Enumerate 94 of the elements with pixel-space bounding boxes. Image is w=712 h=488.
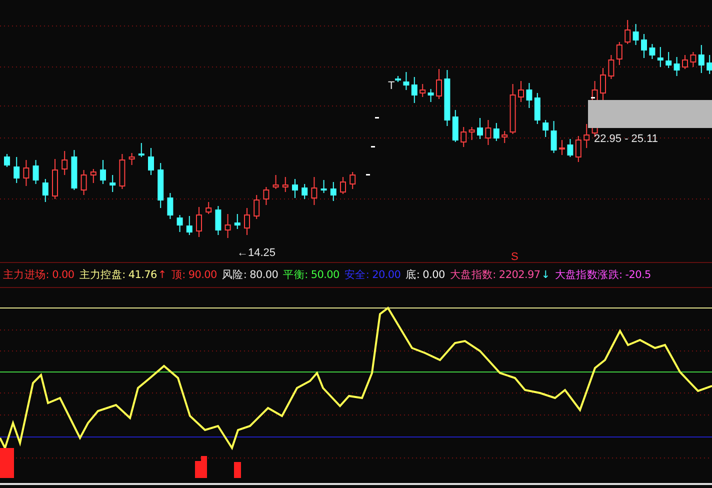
candlestick [282,176,288,192]
candlestick [206,202,212,214]
candlestick [518,80,524,102]
candlestick [32,160,39,184]
candlestick [302,184,308,200]
candlestick [311,176,318,206]
candlestick [350,172,356,190]
indicator-value: 底: 0.00 [406,268,445,282]
candlestick [176,214,183,232]
candlestick [23,160,30,186]
indicator-value: 主力进场: 0.00 [3,268,74,282]
candlestick [674,56,680,76]
dash-marker [371,146,375,148]
candlestick [158,162,164,208]
candlestick [244,208,250,236]
indicator-value: 安全: 20.00 [344,268,401,282]
candlestick [320,180,327,194]
candlestick [42,178,48,202]
candlestick [493,122,500,142]
candlestick [502,130,508,144]
dash-marker [366,174,370,176]
indicator-value: 顶: 90.00 [171,268,217,282]
candlestick [263,186,270,206]
candlestick [330,182,336,202]
candlestick [100,160,106,184]
candlestick [698,44,704,74]
arrow-icon: ↓ [541,269,550,281]
candlestick [90,168,96,184]
candlestick [52,158,58,200]
candlestick [110,174,116,192]
candlestick [71,150,78,190]
dash-marker [591,97,595,98]
candlestick [641,34,647,58]
candlestick [690,52,696,68]
candlestick [80,170,87,196]
indicator-value: 风险: 80.00 [222,268,278,282]
candlestick [420,84,426,98]
candlestick [567,138,574,158]
candlestick [138,142,144,158]
high-marker: T [388,80,395,92]
candlestick [559,140,565,156]
candlestick [657,46,664,68]
candlestick [215,206,222,236]
candlestick [196,206,202,238]
candlestick [452,110,458,142]
indicator-value: 大盘指数涨跌: -20.5 [554,268,651,282]
candlestick [62,150,68,176]
indicator-value: 平衡: 50.00 [283,268,340,282]
candlestick [682,54,688,70]
candlestick [4,154,10,168]
candlestick [224,214,231,238]
dash-marker [375,117,379,118]
candlestick [14,156,20,184]
candlestick [584,124,590,148]
candlestick [649,44,656,60]
signal-marker: S [511,251,518,262]
candlestick [542,120,549,138]
indicator-value: 大盘指数: 2202.97↓ [450,268,550,282]
candlestick [666,52,672,68]
candlestick [550,120,557,154]
candlestick [254,194,260,220]
candlestick [436,68,442,100]
candlestick [403,72,410,90]
candlestick [534,92,540,124]
candlestick [706,54,712,74]
candlestick [148,148,154,176]
candlestick [272,174,279,190]
candlestick [616,42,622,66]
arrow-icon: ↑ [158,269,166,281]
candlestick [575,136,582,162]
candlestick [428,88,434,102]
candlestick [411,76,418,104]
candlestick [468,126,475,140]
candlestick [128,152,135,166]
price-range-label: 22.95 - 25.11 [594,133,658,145]
candlestick [600,68,606,100]
candlestick [234,214,240,230]
low-price-label: ←14.25 [237,247,276,259]
candlestick [632,24,639,46]
candlestick [186,216,192,236]
candlestick [460,126,467,148]
candlestick [510,84,516,134]
candlestick [167,192,174,220]
candlestick [292,178,298,198]
candlestick [340,176,346,194]
candlestick [485,120,492,146]
candlestick [526,82,532,108]
candlestick [444,70,450,126]
candlestick [608,54,614,80]
candlestick [624,20,631,44]
candlestick [477,118,483,140]
candlestick [395,76,401,82]
indicator-value: 主力控盘: 41.76↑ [79,268,166,282]
candlestick [119,154,126,190]
